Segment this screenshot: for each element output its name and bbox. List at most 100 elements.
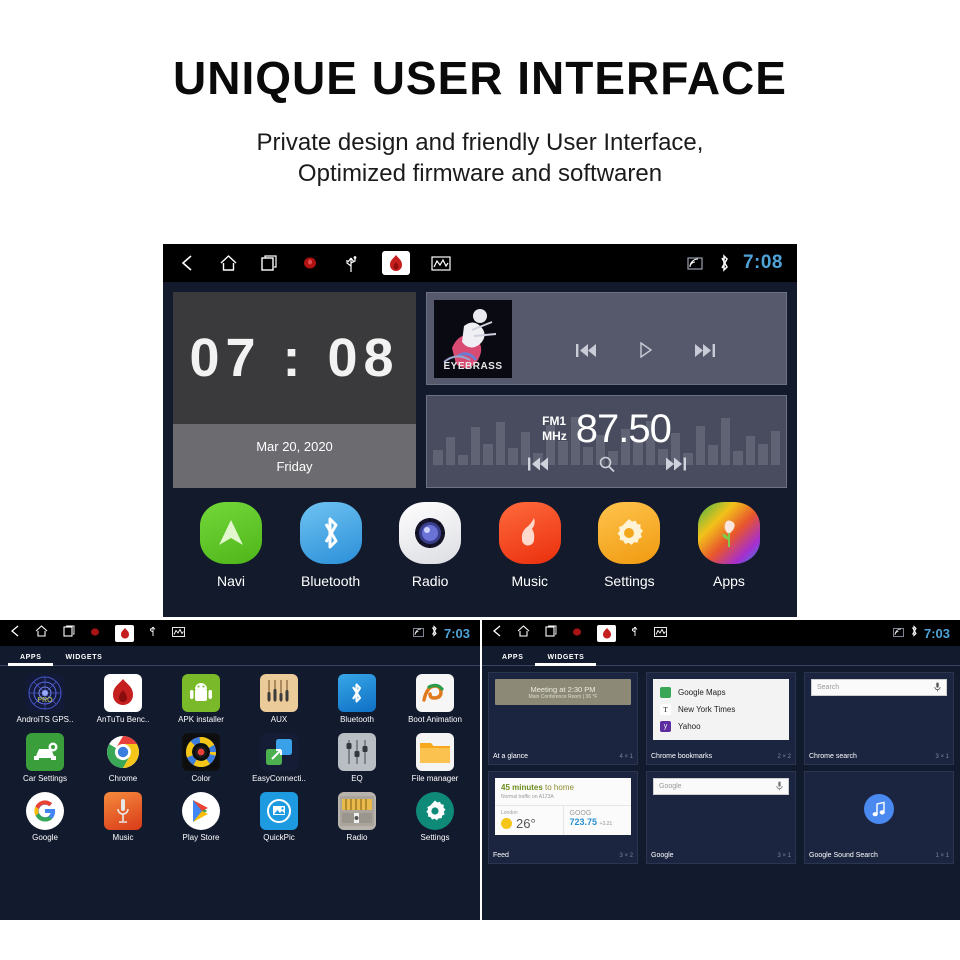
usb-icon[interactable]: [341, 253, 361, 273]
clock-widget[interactable]: 07 : 08 Mar 20, 2020 Friday: [173, 292, 416, 488]
settings-icon: [598, 502, 661, 564]
tab-widgets[interactable]: WIDGETS: [535, 654, 597, 666]
app-item[interactable]: PRO AndroiTS GPS..: [6, 674, 84, 725]
widget-size: 1 × 1: [935, 852, 949, 859]
android-icon: [182, 674, 220, 712]
music-widget[interactable]: EYEBRASS: [426, 292, 787, 385]
next-track-icon[interactable]: [694, 343, 716, 363]
app-item[interactable]: Bluetooth: [318, 674, 396, 725]
play-icon[interactable]: [639, 341, 653, 363]
app-item[interactable]: Settings: [396, 791, 474, 843]
app-label: Boot Animation: [408, 715, 462, 724]
previous-track-icon[interactable]: [575, 343, 597, 363]
dock-app-bluetooth[interactable]: Bluetooth: [287, 502, 375, 589]
feed-price: 723.75: [569, 817, 598, 827]
bookmark-label: New York Times: [678, 705, 736, 714]
app-item[interactable]: EQ: [318, 732, 396, 784]
recents-icon[interactable]: [545, 624, 557, 642]
settings-app-icon: [416, 791, 454, 830]
previous-station-icon[interactable]: [527, 457, 549, 476]
dock-app-music[interactable]: Music: [486, 502, 574, 589]
dock-app-navi[interactable]: Navi: [187, 502, 275, 589]
aux-icon: [260, 674, 298, 712]
app-item[interactable]: Google: [6, 791, 84, 843]
bluetooth-icon: [910, 624, 918, 642]
clock-day: Friday: [276, 458, 313, 474]
app-label: QuickPic: [263, 832, 295, 842]
recents-icon[interactable]: [259, 253, 279, 273]
back-icon[interactable]: [177, 253, 197, 273]
antutu-icon[interactable]: [115, 624, 134, 642]
widget-item-google[interactable]: Google Google 3 × 1: [646, 771, 796, 864]
widget-item-feed[interactable]: 45 minutes to home Normal traffic on A12…: [488, 771, 638, 864]
next-station-icon[interactable]: [665, 457, 687, 476]
page-subtitle: Private design and friendly User Interfa…: [0, 128, 960, 189]
widget-item-at-a-glance[interactable]: Meeting at 2:30 PM Main Conference Room …: [488, 672, 638, 765]
dock-app-radio[interactable]: Radio: [386, 502, 474, 589]
app-item[interactable]: Music: [84, 791, 162, 843]
app-item[interactable]: EasyConnecti..: [240, 732, 318, 784]
app-item[interactable]: Chrome: [84, 732, 162, 784]
app-label: Radio: [346, 832, 368, 842]
chrome-search-preview: Search: [811, 679, 947, 696]
feed-traffic: Normal traffic on A123A: [501, 794, 554, 800]
record-icon[interactable]: [572, 624, 582, 642]
yahoo-icon: y: [660, 721, 671, 732]
record-icon[interactable]: [90, 624, 100, 642]
app-item[interactable]: AnTuTu Benc..: [84, 674, 162, 725]
equalizer-icon[interactable]: [431, 253, 451, 273]
radio-icon: [399, 502, 462, 564]
record-icon[interactable]: [300, 253, 320, 273]
usb-icon[interactable]: [631, 624, 639, 642]
easyconnect-icon: [260, 732, 298, 771]
widget-item-google-sound-search[interactable]: Google Sound Search 1 × 1: [804, 771, 954, 864]
antutu-icon[interactable]: [597, 624, 616, 642]
usb-icon[interactable]: [149, 624, 157, 642]
app-item[interactable]: Car Settings: [6, 732, 84, 784]
status-bar: 7:08: [163, 244, 797, 282]
app-item[interactable]: Color: [162, 732, 240, 784]
back-icon[interactable]: [10, 624, 20, 642]
antutu-icon[interactable]: [382, 251, 410, 275]
app-item[interactable]: AUX: [240, 674, 318, 725]
recents-icon[interactable]: [63, 624, 75, 642]
app-item[interactable]: APK installer: [162, 674, 240, 725]
dock-app-settings[interactable]: Settings: [585, 502, 673, 589]
home-icon[interactable]: [517, 624, 530, 642]
app-item[interactable]: Play Store: [162, 791, 240, 843]
scan-search-icon[interactable]: [599, 456, 615, 477]
widget-item-chrome-search[interactable]: Search Chrome search 3 × 1: [804, 672, 954, 765]
app-label: File manager: [411, 773, 459, 783]
back-icon[interactable]: [492, 624, 502, 642]
equalizer-icon[interactable]: [172, 624, 185, 642]
dock-app-label: Settings: [604, 573, 655, 589]
home-icon[interactable]: [218, 253, 238, 273]
antutu-icon: [104, 674, 142, 712]
widget-name: At a glance: [493, 753, 529, 760]
dock-app-apps[interactable]: Apps: [685, 502, 773, 589]
app-item[interactable]: Radio: [318, 791, 396, 843]
bookmark-label: Yahoo: [678, 722, 701, 731]
app-item[interactable]: File manager: [396, 732, 474, 784]
boot-anim-icon: [416, 674, 454, 712]
equalizer-icon[interactable]: [654, 624, 667, 642]
tab-widgets[interactable]: WIDGETS: [53, 654, 114, 665]
subtitle-line-1: Private design and friendly User Interfa…: [256, 129, 704, 157]
app-item[interactable]: QuickPic: [240, 791, 318, 843]
tab-apps[interactable]: APPS: [8, 654, 54, 666]
screencast-icon: [893, 624, 904, 642]
clock-time: 07 : 08: [189, 328, 400, 388]
quickpic-icon: [260, 791, 298, 830]
app-label: Music: [112, 832, 134, 842]
widget-item-chrome-bookmarks[interactable]: Google Maps T New York Times y Yahoo Chr…: [646, 672, 796, 765]
app-item[interactable]: Boot Animation: [396, 674, 474, 725]
music-note-icon: [864, 794, 894, 824]
app-label: Chrome: [108, 773, 138, 783]
home-icon[interactable]: [35, 624, 48, 642]
apps-grid: PRO AndroiTS GPS.. AnTuTu Benc.. APK ins…: [0, 666, 480, 842]
album-art: EYEBRASS: [434, 299, 512, 378]
radio-widget[interactable]: FM1 MHz 87.50: [426, 395, 787, 488]
head-unit-home-screen: 7:08 07 : 08 Mar 20, 2020 Friday EYEBRAS…: [163, 244, 797, 617]
feed-ticker: GOOG: [569, 810, 592, 817]
tab-apps[interactable]: APPS: [490, 654, 535, 665]
